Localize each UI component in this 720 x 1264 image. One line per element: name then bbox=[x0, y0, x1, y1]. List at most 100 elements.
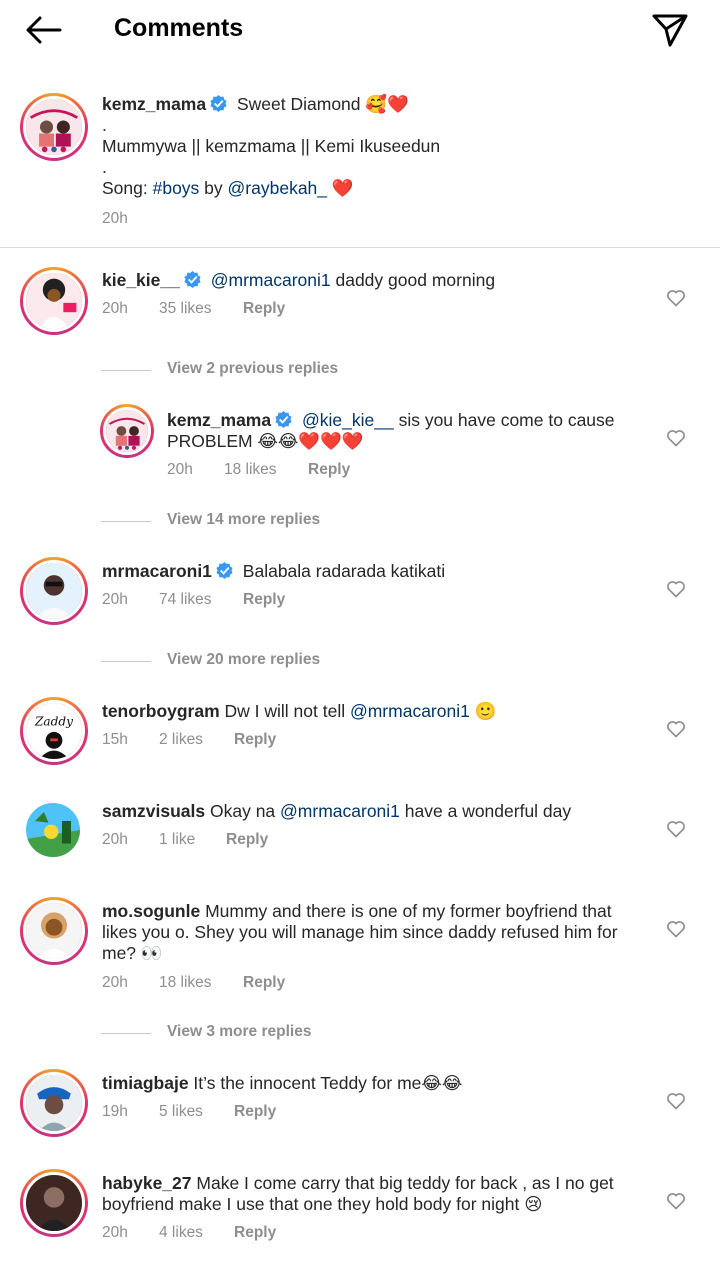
reply-button[interactable]: Reply bbox=[234, 1224, 276, 1242]
view-replies-label: View 3 more replies bbox=[167, 1023, 312, 1040]
comment-username[interactable]: mrmacaroni1 bbox=[102, 561, 212, 581]
timestamp: 19h bbox=[102, 1103, 128, 1120]
timestamp: 20h bbox=[102, 974, 128, 991]
reply-button[interactable]: Reply bbox=[243, 591, 285, 609]
avatar[interactable] bbox=[20, 1069, 88, 1137]
comment-text: samzvisuals Okay na @mrmacaroni1 have a … bbox=[102, 801, 642, 822]
comment-body: Balabala radarada katikati bbox=[242, 561, 446, 581]
caption-line1: Sweet Diamond 🥰❤️ bbox=[236, 94, 409, 114]
comment-body: 🙂 bbox=[469, 701, 497, 721]
replies-divider-line bbox=[101, 661, 151, 662]
reply-button[interactable]: Reply bbox=[243, 974, 285, 992]
comment-username[interactable]: tenorboygram bbox=[102, 701, 220, 721]
heart-icon[interactable] bbox=[666, 1191, 686, 1211]
heart-icon[interactable] bbox=[666, 288, 686, 308]
comment-body: daddy good morning bbox=[330, 270, 496, 290]
heart-icon[interactable] bbox=[666, 819, 686, 839]
comment-username[interactable]: kemz_mama bbox=[167, 410, 271, 430]
reply-button[interactable]: Reply bbox=[234, 1103, 276, 1121]
avatar[interactable] bbox=[20, 93, 88, 161]
timestamp: 20h bbox=[102, 300, 128, 317]
likes-count[interactable]: 74 likes bbox=[159, 591, 212, 609]
likes-count[interactable]: 35 likes bbox=[159, 300, 212, 318]
view-replies-label: View 14 more replies bbox=[167, 511, 321, 528]
mention-link[interactable]: @raybekah_ bbox=[228, 178, 328, 198]
timestamp: 20h bbox=[102, 591, 128, 608]
comment-username[interactable]: timiagbaje bbox=[102, 1073, 189, 1093]
caption-song-suffix: ❤️ bbox=[327, 178, 354, 198]
timestamp: 20h bbox=[167, 461, 193, 478]
likes-count[interactable]: 18 likes bbox=[224, 461, 277, 479]
likes-count[interactable]: 1 like bbox=[159, 831, 195, 849]
top-bar: Comments bbox=[0, 0, 720, 60]
back-arrow-icon[interactable] bbox=[22, 12, 66, 48]
heart-icon[interactable] bbox=[666, 719, 686, 739]
avatar[interactable]: Zaddy bbox=[20, 697, 88, 765]
verified-badge-icon bbox=[216, 561, 233, 580]
avatar[interactable] bbox=[20, 897, 88, 965]
view-replies-label: View 20 more replies bbox=[167, 651, 321, 668]
timestamp: 20h bbox=[102, 1224, 128, 1241]
comment-text: mo.sogunle Mummy and there is one of my … bbox=[102, 901, 647, 964]
comment-body: have a wonderful day bbox=[399, 801, 572, 821]
caption-song-by: by bbox=[199, 178, 228, 198]
mention-link[interactable]: @mrmacaroni1 bbox=[211, 270, 331, 290]
avatar[interactable] bbox=[100, 404, 154, 458]
comment-text: timiagbaje It’s the innocent Teddy for m… bbox=[102, 1073, 642, 1094]
avatar[interactable] bbox=[26, 803, 80, 857]
caption-song-label: Song: bbox=[102, 178, 153, 198]
avatar[interactable] bbox=[20, 1169, 88, 1237]
comment-text: tenorboygram Dw I will not tell @mrmacar… bbox=[102, 701, 642, 722]
reply-button[interactable]: Reply bbox=[234, 731, 276, 749]
view-more-replies-button[interactable]: View 20 more replies bbox=[101, 651, 321, 669]
direct-send-icon[interactable] bbox=[650, 10, 690, 50]
comment-body: Okay na bbox=[205, 801, 281, 821]
timestamp: 20h bbox=[102, 831, 128, 848]
verified-badge-icon bbox=[275, 410, 292, 429]
avatar[interactable] bbox=[20, 267, 88, 335]
hashtag-link[interactable]: #boys bbox=[153, 178, 200, 198]
caption-dot: . bbox=[102, 115, 107, 135]
comment-text: mrmacaroni1 Balabala radarada katikati bbox=[102, 561, 642, 582]
comment-text: kie_kie__ @mrmacaroni1 daddy good mornin… bbox=[102, 270, 642, 291]
mention-link[interactable]: @kie_kie__ bbox=[302, 410, 394, 430]
comment-body: Dw I will not tell bbox=[219, 701, 350, 721]
verified-badge-icon bbox=[184, 270, 201, 289]
heart-icon[interactable] bbox=[666, 1091, 686, 1111]
comment-username[interactable]: kie_kie__ bbox=[102, 270, 180, 290]
replies-divider-line bbox=[101, 370, 151, 371]
heart-icon[interactable] bbox=[666, 428, 686, 448]
mention-link[interactable]: @mrmacaroni1 bbox=[350, 701, 470, 721]
reply-button[interactable]: Reply bbox=[308, 461, 350, 479]
avatar[interactable] bbox=[20, 557, 88, 625]
timestamp: 20h bbox=[102, 210, 128, 227]
reply-button[interactable]: Reply bbox=[243, 300, 285, 318]
heart-icon[interactable] bbox=[666, 579, 686, 599]
likes-count[interactable]: 2 likes bbox=[159, 731, 203, 749]
replies-divider-line bbox=[101, 521, 151, 522]
comment-username[interactable]: samzvisuals bbox=[102, 801, 205, 821]
caption-username[interactable]: kemz_mama bbox=[102, 94, 206, 114]
reply-button[interactable]: Reply bbox=[226, 831, 268, 849]
comment-username[interactable]: habyke_27 bbox=[102, 1173, 192, 1193]
verified-badge-icon bbox=[210, 94, 227, 113]
svg-text:Zaddy: Zaddy bbox=[34, 714, 73, 728]
view-more-replies-button[interactable]: View 3 more replies bbox=[101, 1023, 312, 1041]
caption: kemz_mama Sweet Diamond 🥰❤️ . Mummywa ||… bbox=[102, 94, 682, 199]
likes-count[interactable]: 18 likes bbox=[159, 974, 212, 992]
timestamp: 15h bbox=[102, 731, 128, 748]
comment-body: It’s the innocent Teddy for me😂😂 bbox=[188, 1073, 463, 1093]
heart-icon[interactable] bbox=[666, 919, 686, 939]
divider bbox=[0, 247, 720, 248]
caption-line2: Mummywa || kemzmama || Kemi Ikuseedun bbox=[102, 136, 441, 156]
mention-link[interactable]: @mrmacaroni1 bbox=[280, 801, 400, 821]
replies-divider-line bbox=[101, 1033, 151, 1034]
view-replies-label: View 2 previous replies bbox=[167, 360, 339, 377]
view-previous-replies-button[interactable]: View 2 previous replies bbox=[101, 360, 339, 378]
page-title: Comments bbox=[114, 14, 244, 42]
comment-username[interactable]: mo.sogunle bbox=[102, 901, 200, 921]
likes-count[interactable]: 4 likes bbox=[159, 1224, 203, 1242]
caption-dot: . bbox=[102, 157, 107, 177]
view-more-replies-button[interactable]: View 14 more replies bbox=[101, 511, 321, 529]
likes-count[interactable]: 5 likes bbox=[159, 1103, 203, 1121]
